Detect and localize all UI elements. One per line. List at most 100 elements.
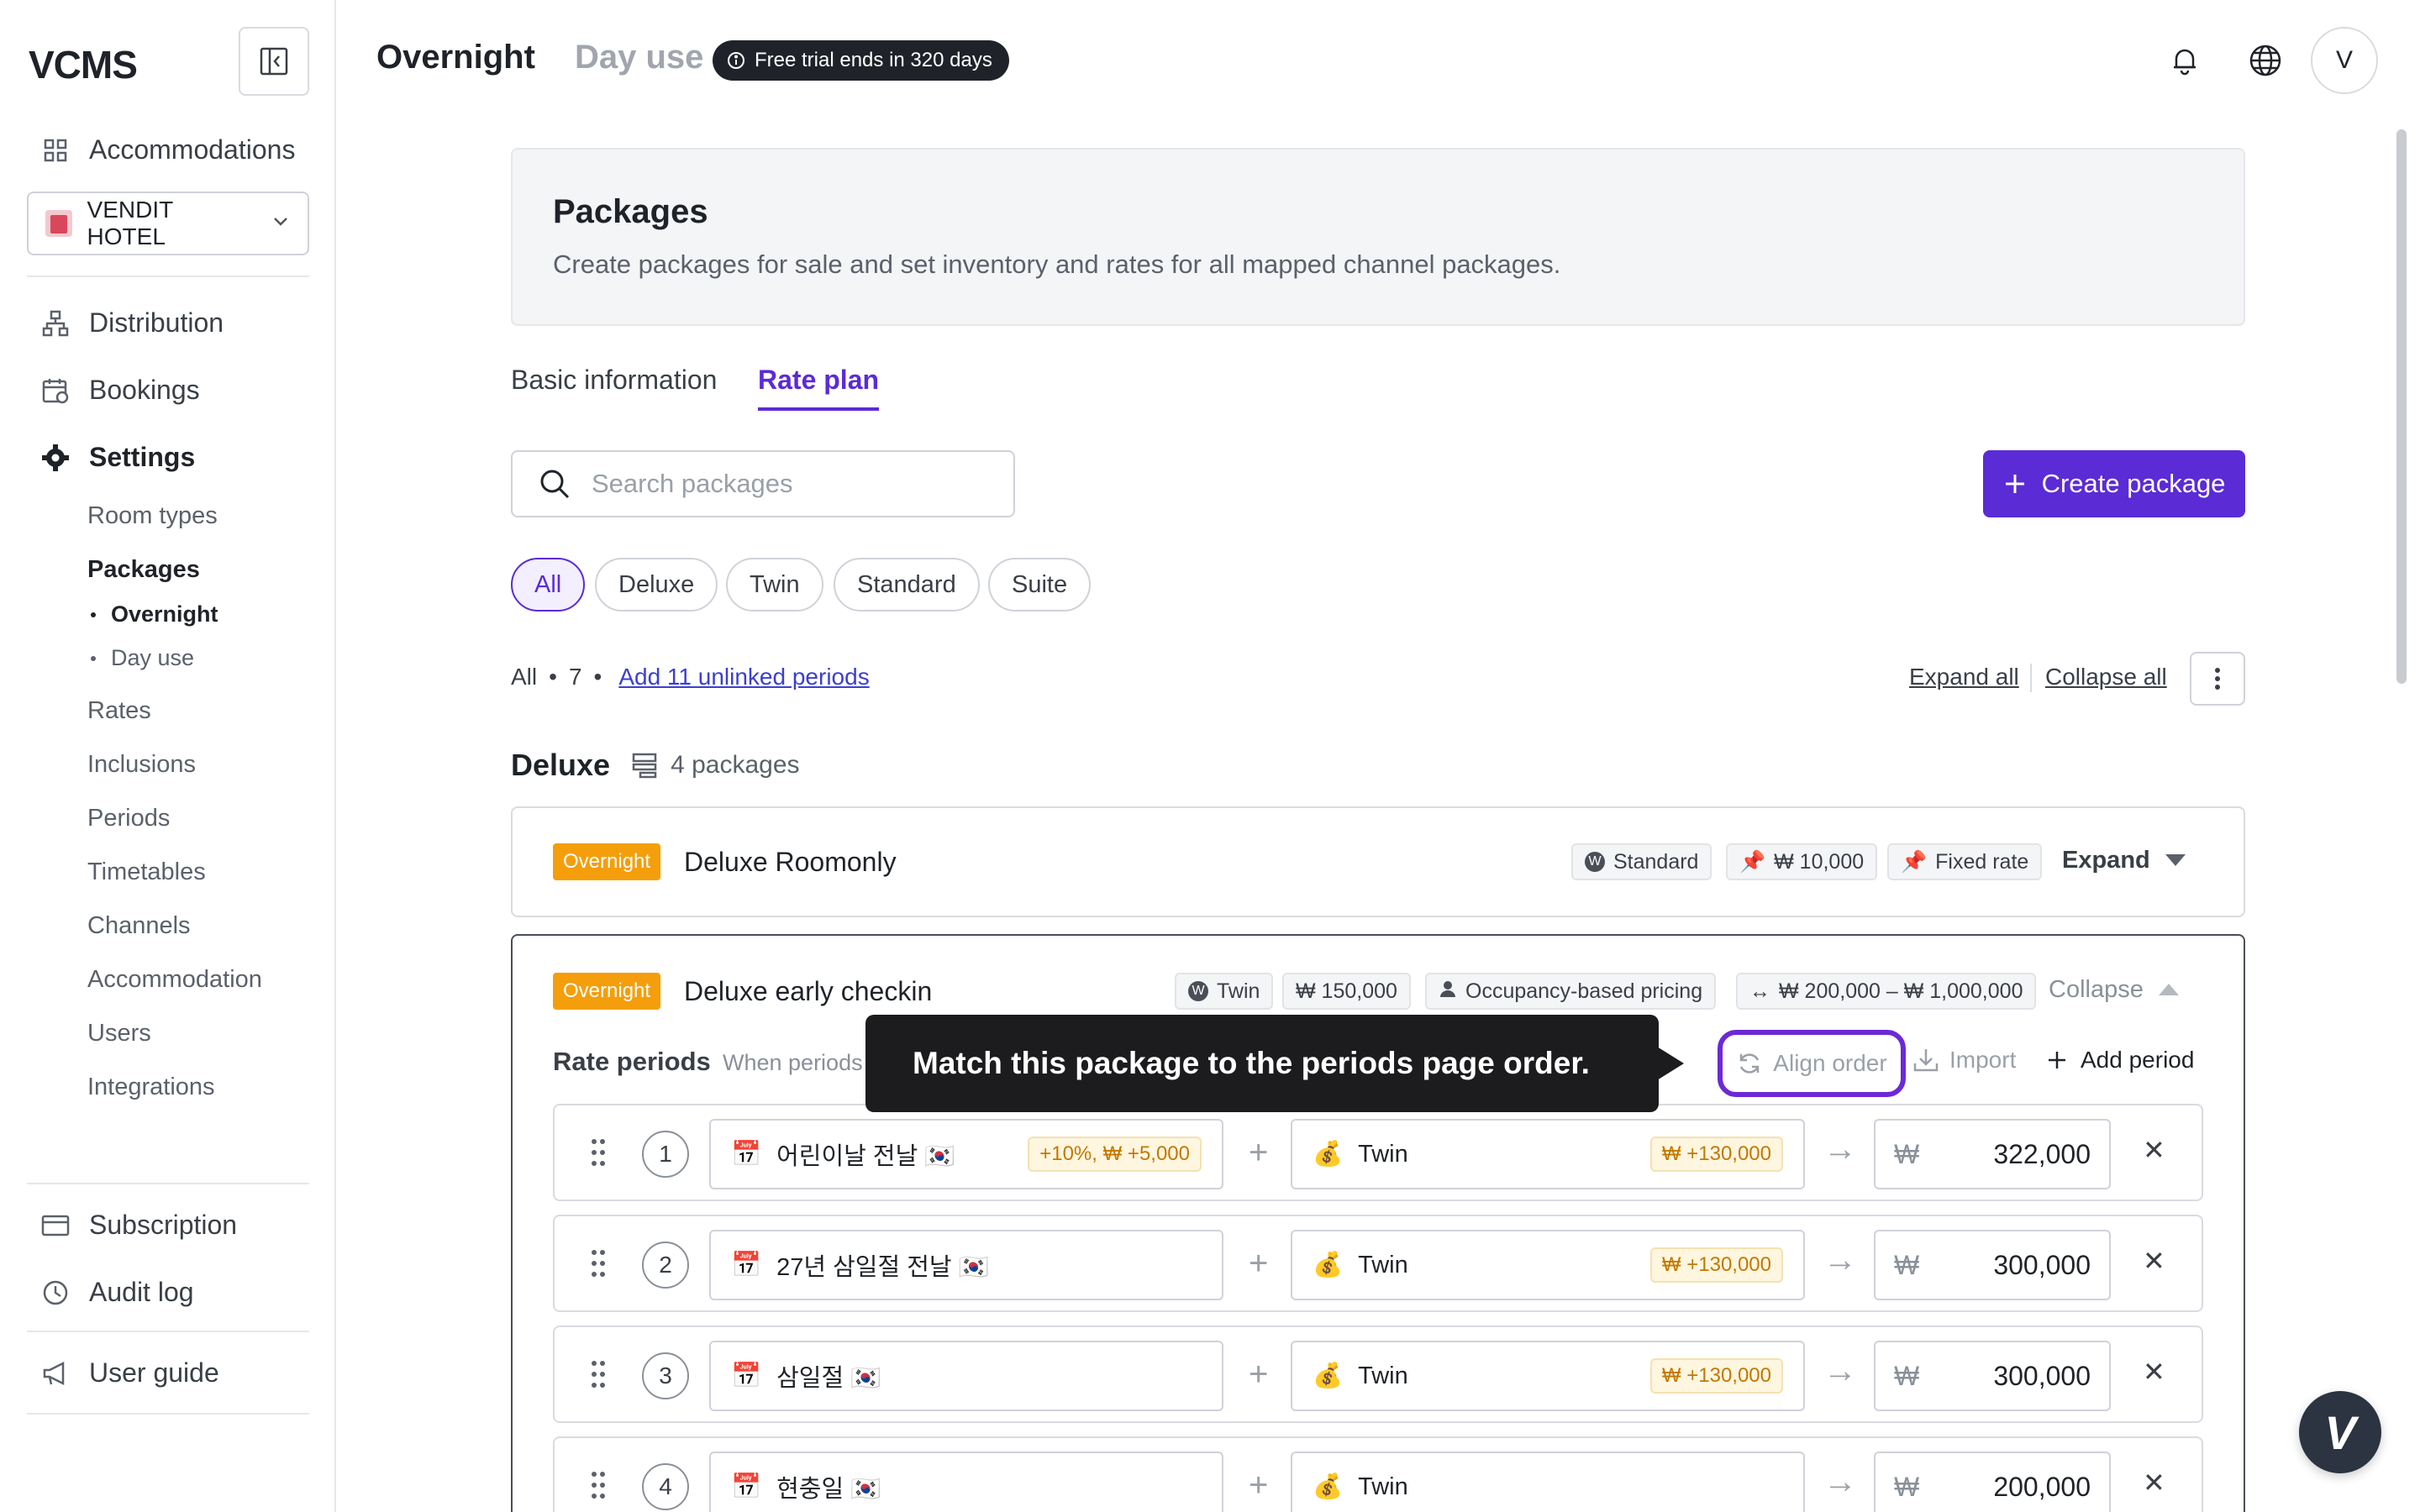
sidebar-item-integrations[interactable]: Integrations <box>87 1074 215 1101</box>
plus-icon: + <box>1249 1245 1269 1282</box>
summary-all: All <box>511 664 538 690</box>
notification-bell-icon[interactable] <box>2163 39 2207 82</box>
filter-chip-all[interactable]: All <box>511 558 586 612</box>
period-modifier: +10%, ₩ +5,000 <box>1028 1137 1202 1172</box>
sidebar-item-users[interactable]: Users <box>87 1020 151 1047</box>
period-name: 27년 삼일절 전날 🇰🇷 <box>776 1254 989 1281</box>
sidebar-item-accommodation[interactable]: Accommodation <box>87 966 262 994</box>
add-period-label: Add period <box>2081 1047 2195 1073</box>
overnight-badge: Overnight <box>553 843 661 880</box>
tag-pricing-type: Occupancy-based pricing <box>1425 973 1717 1010</box>
room-select[interactable]: 💰 Twin ₩ +130,000 <box>1291 1341 1805 1411</box>
search-box[interactable] <box>511 450 1015 517</box>
history-icon <box>40 1278 71 1308</box>
align-order-button[interactable]: Align order <box>1718 1030 1906 1097</box>
sidebar-item-inclusions[interactable]: Inclusions <box>87 751 196 779</box>
filter-chip-suite[interactable]: Suite <box>988 558 1092 612</box>
sidebar-item-room-types[interactable]: Room types <box>87 502 218 530</box>
tag-room-type: W Twin <box>1175 973 1274 1010</box>
period-select[interactable]: 📅 삼일절 🇰🇷 <box>709 1341 1223 1411</box>
add-unlinked-periods-link[interactable]: Add 11 unlinked periods <box>618 664 869 690</box>
price-field[interactable]: ₩ 300,000 <box>1874 1230 2111 1300</box>
globe-icon[interactable] <box>2244 39 2287 82</box>
sidebar-item-bookings[interactable]: Bookings <box>40 375 200 406</box>
sidebar-item-rates[interactable]: Rates <box>87 697 151 725</box>
sidebar-item-day-use[interactable]: Day use <box>91 645 194 671</box>
room-select[interactable]: 💰 Twin ₩ +130,000 <box>1291 1230 1805 1300</box>
tag-text: ₩ 200,000 – ₩ 1,000,000 <box>1779 979 2023 1003</box>
price-field[interactable]: ₩ 200,000 <box>1874 1452 2111 1512</box>
filter-chip-twin[interactable]: Twin <box>726 558 823 612</box>
import-button[interactable]: Import <box>1912 1047 2016 1074</box>
filter-chip-deluxe[interactable]: Deluxe <box>595 558 718 612</box>
sidebar-item-timetables[interactable]: Timetables <box>87 858 206 886</box>
tag-price: 📌 ₩ 10,000 <box>1726 843 1878 880</box>
caret-up-icon <box>2158 983 2179 995</box>
drag-handle-icon[interactable] <box>590 1137 607 1172</box>
room-select[interactable]: 💰 Twin ₩ +130,000 <box>1291 1119 1805 1189</box>
period-select[interactable]: 📅 현충일 🇰🇷 <box>709 1452 1223 1512</box>
bullet-icon <box>91 655 96 661</box>
avatar[interactable]: V <box>2311 27 2378 94</box>
tag-price: ₩ 150,000 <box>1282 973 1411 1010</box>
collapse-all-link[interactable]: Collapse all <box>2045 664 2167 690</box>
sidebar-item-settings[interactable]: Settings <box>40 442 195 473</box>
close-icon[interactable]: ✕ <box>2143 1134 2165 1166</box>
filter-chip-standard[interactable]: Standard <box>834 558 980 612</box>
room-select[interactable]: 💰 Twin <box>1291 1452 1805 1512</box>
sidebar-item-label: Overnight <box>111 601 218 627</box>
sidebar-item-accommodations[interactable]: Accommodations <box>40 134 295 165</box>
hotel-select[interactable]: VENDIT HOTEL <box>27 192 309 255</box>
tab-rate-plan[interactable]: Rate plan <box>758 365 880 411</box>
tab-overnight[interactable]: Overnight <box>376 39 535 76</box>
period-select[interactable]: 📅 27년 삼일절 전날 🇰🇷 <box>709 1230 1223 1300</box>
collapse-button[interactable]: Collapse <box>2049 976 2179 1004</box>
sidebar-item-user-guide[interactable]: User guide <box>40 1357 219 1389</box>
help-chat-button[interactable]: V <box>2299 1391 2381 1473</box>
period-select[interactable]: 📅 어린이날 전날 🇰🇷 +10%, ₩ +5,000 <box>709 1119 1223 1189</box>
sidebar-item-channels[interactable]: Channels <box>87 912 191 940</box>
drag-handle-icon[interactable] <box>590 1359 607 1394</box>
app-logo[interactable]: VCMS <box>29 42 138 87</box>
scrollbar-thumb[interactable] <box>2396 129 2407 684</box>
scrollbar[interactable] <box>2393 123 2410 1512</box>
bullet-icon: • <box>593 664 602 690</box>
package-card[interactable]: Overnight Deluxe Roomonly W Standard 📌 ₩… <box>511 806 2245 917</box>
sidebar-item-packages[interactable]: Packages <box>87 556 200 584</box>
tag-pricing-type: 📌 Fixed rate <box>1887 843 2043 880</box>
drag-handle-icon[interactable] <box>590 1470 607 1504</box>
expand-all-link[interactable]: Expand all <box>1909 664 2019 690</box>
price-value: 300,000 <box>1993 1249 2091 1280</box>
drag-handle-icon[interactable] <box>590 1248 607 1283</box>
sidebar: VCMS Accommodations VENDIT HOTEL Distrib… <box>0 0 336 1512</box>
sidebar-item-audit-log[interactable]: Audit log <box>40 1277 194 1308</box>
tooltip-arrow <box>1657 1047 1684 1080</box>
info-icon <box>728 52 744 69</box>
close-icon[interactable]: ✕ <box>2143 1245 2165 1277</box>
sidebar-item-periods[interactable]: Periods <box>87 805 170 832</box>
close-icon[interactable]: ✕ <box>2143 1467 2165 1499</box>
package-name: Deluxe early checkin <box>684 976 933 1006</box>
tooltip-text: Match this package to the periods page o… <box>913 1046 1590 1080</box>
sidebar-item-overnight[interactable]: Overnight <box>91 601 218 627</box>
search-input[interactable] <box>592 469 988 499</box>
sidebar-item-subscription[interactable]: Subscription <box>40 1210 237 1241</box>
price-field[interactable]: ₩ 300,000 <box>1874 1341 2111 1411</box>
person-icon <box>1439 979 1457 1004</box>
create-package-label: Create package <box>2041 469 2226 498</box>
sidebar-collapse-button[interactable] <box>239 27 309 96</box>
create-package-button[interactable]: Create package <box>1983 450 2245 517</box>
plus-icon: + <box>1249 1356 1269 1393</box>
expand-button[interactable]: Expand <box>2062 847 2186 874</box>
price-field[interactable]: ₩ 322,000 <box>1874 1119 2111 1189</box>
app-root: VCMS Accommodations VENDIT HOTEL Distrib… <box>0 0 2420 1512</box>
close-icon[interactable]: ✕ <box>2143 1356 2165 1388</box>
sidebar-item-distribution[interactable]: Distribution <box>40 307 224 339</box>
tab-basic-information[interactable]: Basic information <box>511 365 717 396</box>
card-icon <box>40 1210 71 1241</box>
calendar-icon: 📅 <box>731 1473 762 1500</box>
price-value: 200,000 <box>1993 1471 2091 1502</box>
add-period-button[interactable]: Add period <box>2047 1047 2194 1074</box>
tab-day-use[interactable]: Day use <box>575 39 703 76</box>
more-options-button[interactable] <box>2190 652 2245 706</box>
